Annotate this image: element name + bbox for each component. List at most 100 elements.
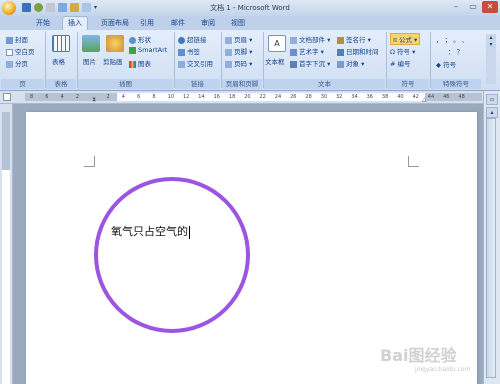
page-number-button[interactable]: 页码 ▾ xyxy=(225,58,252,68)
ruler-number: 8 xyxy=(30,94,34,100)
special-symbols-row1[interactable]: ， ； 。 、 xyxy=(436,34,468,44)
crop-mark-top-right xyxy=(408,156,419,167)
vertical-ruler-text-area xyxy=(2,170,10,384)
ruler-number: 4 xyxy=(60,94,64,100)
object-button[interactable]: 对象 ▾ xyxy=(337,58,364,68)
ruler-number: 28 xyxy=(305,94,312,100)
scroll-up-icon[interactable]: ▴ xyxy=(486,107,498,118)
group-label-links: 链接 xyxy=(175,79,220,89)
chart-icon xyxy=(129,60,136,68)
header-icon xyxy=(225,36,232,44)
tab-selector-icon[interactable] xyxy=(3,93,11,101)
ruler-number: 2 xyxy=(75,94,80,100)
table-button[interactable]: 表格 xyxy=(52,56,65,66)
hyperlink-button[interactable]: 超链接 xyxy=(178,34,207,44)
ruler-number: 44 xyxy=(427,94,435,100)
page-break-icon xyxy=(6,60,13,68)
symbol-button[interactable]: Ω 符号 ▾ xyxy=(390,46,415,56)
blank-page-icon xyxy=(6,48,13,56)
tab-mailings[interactable]: 邮件 xyxy=(166,17,190,30)
textbox-icon[interactable]: A xyxy=(268,35,286,52)
text-caret xyxy=(189,225,190,239)
ruler-number: 14 xyxy=(198,94,205,100)
drop-cap-icon xyxy=(290,60,297,68)
footer-button[interactable]: 页脚 ▾ xyxy=(225,46,252,56)
ruler-text-area xyxy=(117,93,425,101)
ruler-number: 2 xyxy=(106,94,110,100)
date-time-button[interactable]: 日期和时间 xyxy=(337,46,379,56)
ruler-number: 24 xyxy=(274,94,282,100)
watermark-logo: Bai图经验 xyxy=(380,346,457,365)
quick-parts-button[interactable]: 文档部件 ▾ xyxy=(290,34,330,44)
document-text[interactable]: 氧气只占空气的 xyxy=(111,223,190,239)
ruler-number: 42 xyxy=(412,94,419,100)
tab-home[interactable]: 开始 xyxy=(31,17,55,30)
chart-button[interactable]: 图表 xyxy=(129,58,151,68)
ruler-number: 34 xyxy=(351,94,358,100)
maximize-icon[interactable]: ▭ xyxy=(465,1,481,13)
wordart-button[interactable]: 艺术字 ▾ xyxy=(290,46,324,56)
ruler-number: 4 xyxy=(121,94,125,100)
ruler-toggle-icon[interactable]: ▫ xyxy=(486,94,498,105)
close-icon[interactable]: ✕ xyxy=(482,1,498,13)
ruler-number: 10 xyxy=(167,94,175,100)
bookmark-icon xyxy=(178,48,185,56)
textbox-button[interactable]: 文本框 xyxy=(265,56,285,66)
tab-references[interactable]: 引用 xyxy=(135,17,159,30)
ruler-number: 20 xyxy=(244,94,251,100)
ruler-number: 6 xyxy=(137,94,141,100)
ruler-number: 46 xyxy=(443,94,450,100)
window-title: 文档 1 - Microsoft Word xyxy=(210,4,290,12)
ruler-number: 6 xyxy=(45,94,49,100)
cover-page-button[interactable]: 封面 xyxy=(6,34,28,44)
ruler-number: 16 xyxy=(213,94,220,100)
tab-insert[interactable]: 插入 xyxy=(62,16,88,30)
tab-view[interactable]: 视图 xyxy=(226,17,250,30)
picture-icon[interactable] xyxy=(82,35,100,52)
special-symbol-button[interactable]: ◆ 符号 xyxy=(436,59,456,69)
group-label-special-symbols: 特殊符号 xyxy=(431,79,481,89)
clipart-icon[interactable] xyxy=(106,35,124,52)
quick-parts-icon xyxy=(290,36,297,44)
signature-icon xyxy=(337,36,344,44)
ruler-number: 38 xyxy=(381,94,389,100)
group-label-header-footer: 页眉和页脚 xyxy=(222,79,262,89)
tab-page-layout[interactable]: 页面布局 xyxy=(96,17,134,30)
indent-marker-icon[interactable]: ⧗ xyxy=(92,96,96,104)
page-break-button[interactable]: 分页 xyxy=(6,58,28,68)
ruler-number: 32 xyxy=(336,94,343,100)
ruler-number: 26 xyxy=(290,94,297,100)
watermark-url: jingyan.baidu.com xyxy=(415,366,471,373)
drop-cap-button[interactable]: 首字下沉 ▾ xyxy=(290,58,330,68)
equation-button[interactable]: π 公式 ▾ xyxy=(390,33,421,45)
minimize-icon[interactable]: – xyxy=(448,1,464,13)
circle-shape[interactable] xyxy=(94,177,250,333)
cover-page-icon xyxy=(6,36,13,44)
table-icon[interactable] xyxy=(52,35,70,52)
ribbon-scroll-icon[interactable]: ▴ ▾ xyxy=(486,34,496,84)
header-button[interactable]: 页眉 ▾ xyxy=(225,34,252,44)
blank-page-button[interactable]: 空白页 xyxy=(6,46,35,56)
scrollbar-thumb[interactable] xyxy=(486,118,496,378)
picture-button[interactable]: 图片 xyxy=(83,56,96,66)
ruler-number: 30 xyxy=(320,94,328,100)
ruler-number: 12 xyxy=(183,94,190,100)
numbering-button[interactable]: # 编号 xyxy=(390,58,411,68)
smartart-button[interactable]: SmartArt xyxy=(129,46,167,54)
ruler-left-margin xyxy=(25,93,117,101)
group-label-pages: 页 xyxy=(1,79,44,89)
wordart-icon xyxy=(290,48,297,56)
cross-reference-button[interactable]: 交叉引用 xyxy=(178,58,213,68)
right-indent-marker-icon[interactable]: △ xyxy=(422,96,427,103)
cross-reference-icon xyxy=(178,60,185,68)
clipart-button[interactable]: 剪贴画 xyxy=(103,56,123,66)
group-label-illustrations: 插图 xyxy=(78,79,173,89)
special-symbols-row2[interactable]: ： ？ xyxy=(448,46,463,56)
tab-review[interactable]: 审阅 xyxy=(196,17,220,30)
shapes-button[interactable]: 形状 xyxy=(129,34,151,44)
bookmark-button[interactable]: 书签 xyxy=(178,46,200,56)
shapes-icon xyxy=(129,36,136,44)
hyperlink-icon xyxy=(178,36,185,44)
ruler-number: 48 xyxy=(458,94,465,100)
signature-line-button[interactable]: 签名行 ▾ xyxy=(337,34,371,44)
